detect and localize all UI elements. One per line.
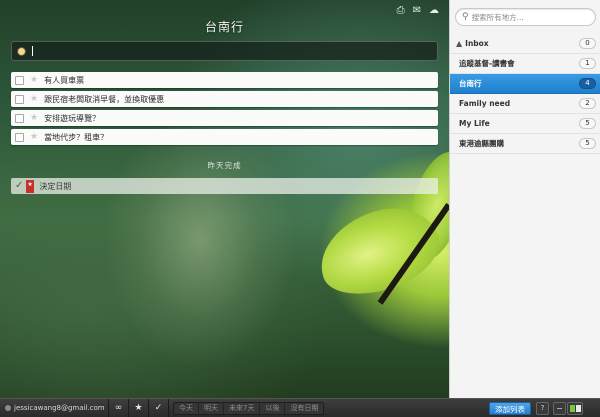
task-panel: ⎙ ✉ ☁ 台南行 ★ 有人買車票 ★ 跟民宿老闆取消早餐，並換取優惠 ★ 安排… — [0, 0, 449, 398]
account-email: jessicawang8@gmail.com — [14, 404, 105, 412]
task-text[interactable]: 當地代步？租車？ — [44, 132, 108, 143]
list-nav: ▲ Inbox 0 追蹤基督-讀書會 1 台南行 4 Family need 2… — [450, 34, 600, 154]
sidebar-item-list-active[interactable]: 台南行 4 — [450, 74, 600, 94]
check-icon[interactable]: ✓ — [149, 398, 169, 417]
filter-next-7-days[interactable]: 未來7天 — [224, 402, 261, 414]
infinity-icon[interactable]: ∞ — [109, 398, 129, 417]
sidebar-item-inbox[interactable]: ▲ Inbox 0 — [450, 34, 600, 54]
list-name: Family need — [459, 99, 511, 108]
cloud-sync-icon[interactable]: ☁ — [429, 5, 439, 17]
task-checkbox[interactable] — [15, 132, 24, 142]
background-thumbnail — [570, 405, 575, 412]
list-count-badge: 2 — [579, 98, 596, 109]
list-name: My Life — [459, 119, 490, 128]
search-icon: ⚲ — [462, 12, 469, 22]
list-count-badge: 1 — [579, 58, 596, 69]
task-text[interactable]: 安排遊玩導覽？ — [44, 113, 100, 124]
list-count-badge: 5 — [579, 118, 596, 129]
star-icon[interactable]: ★ — [30, 94, 38, 104]
help-button[interactable]: ? — [536, 402, 549, 415]
task-text[interactable]: 有人買車票 — [44, 75, 84, 86]
completed-task-row[interactable]: ✓ 決定日期 — [11, 178, 438, 194]
user-status-icon — [5, 405, 11, 411]
task-text[interactable]: 決定日期 — [39, 181, 71, 192]
collapse-button[interactable]: − — [553, 402, 566, 415]
star-icon[interactable]: ★ — [30, 132, 38, 142]
list-count-badge: 5 — [579, 138, 596, 149]
star-icon[interactable]: ★ — [30, 75, 38, 85]
account-menu[interactable]: jessicawang8@gmail.com — [0, 398, 109, 417]
add-task-input[interactable] — [11, 41, 438, 61]
list-count-badge: 4 — [579, 78, 596, 89]
search-placeholder: 搜索所有地方... — [471, 12, 524, 22]
header-toolbar: ⎙ ✉ ☁ — [397, 5, 439, 17]
filter-later[interactable]: 以後 — [260, 402, 286, 414]
star-icon[interactable]: ★ — [30, 113, 38, 123]
background-switcher-icon[interactable] — [567, 402, 583, 415]
list-name: 追蹤基督-讀書會 — [459, 59, 515, 68]
background-thumbnail — [576, 405, 581, 412]
bottom-toolbar: jessicawang8@gmail.com ∞ ★ ✓ 今天 明天 未來7天 … — [0, 398, 600, 417]
filter-today[interactable]: 今天 — [174, 402, 199, 414]
task-text[interactable]: 跟民宿老闆取消早餐，並換取優惠 — [44, 94, 164, 105]
date-filters: 今天 明天 未來7天 以後 沒有日期 — [173, 401, 325, 415]
filter-tomorrow[interactable]: 明天 — [199, 402, 224, 414]
task-list: ★ 有人買車票 ★ 跟民宿老闆取消早餐，並換取優惠 ★ 安排遊玩導覽？ ★ 當地… — [11, 72, 438, 148]
task-row[interactable]: ★ 當地代步？租車？ — [11, 129, 438, 145]
add-list-button[interactable]: 添加列表 — [489, 402, 531, 415]
sidebar-item-list[interactable]: 東港逾縣團購 5 — [450, 134, 600, 154]
add-task-icon — [17, 46, 26, 56]
sidebar-item-list[interactable]: My Life 5 — [450, 114, 600, 134]
completed-heading: 昨天完成 — [207, 161, 242, 170]
task-row[interactable]: ★ 安排遊玩導覽？ — [11, 110, 438, 126]
task-row[interactable]: ★ 跟民宿老闆取消早餐，並換取優惠 — [11, 91, 438, 107]
checked-checkbox-icon[interactable]: ✓ — [15, 181, 23, 191]
mail-icon[interactable]: ✉ — [413, 5, 421, 17]
task-checkbox[interactable] — [15, 94, 24, 104]
sidebar: ⚲ 搜索所有地方... ▲ Inbox 0 追蹤基督-讀書會 1 台南行 4 F… — [449, 0, 600, 398]
starred-ribbon-icon[interactable] — [26, 179, 35, 193]
list-name: 東港逾縣團購 — [459, 139, 504, 148]
list-count-badge: 0 — [579, 38, 596, 49]
filter-no-date[interactable]: 沒有日期 — [285, 403, 323, 414]
star-icon[interactable]: ★ — [129, 398, 149, 417]
search-input[interactable]: ⚲ 搜索所有地方... — [455, 8, 596, 26]
list-name: Inbox — [465, 39, 489, 48]
task-checkbox[interactable] — [15, 75, 24, 85]
inbox-icon: ▲ — [456, 38, 463, 48]
sidebar-item-list[interactable]: Family need 2 — [450, 94, 600, 114]
list-title: 台南行 — [204, 20, 244, 34]
sidebar-item-list[interactable]: 追蹤基督-讀書會 1 — [450, 54, 600, 74]
text-caret — [32, 46, 33, 56]
print-icon[interactable]: ⎙ — [397, 5, 405, 17]
list-name: 台南行 — [459, 79, 482, 88]
task-row[interactable]: ★ 有人買車票 — [11, 72, 438, 88]
task-checkbox[interactable] — [15, 113, 24, 123]
